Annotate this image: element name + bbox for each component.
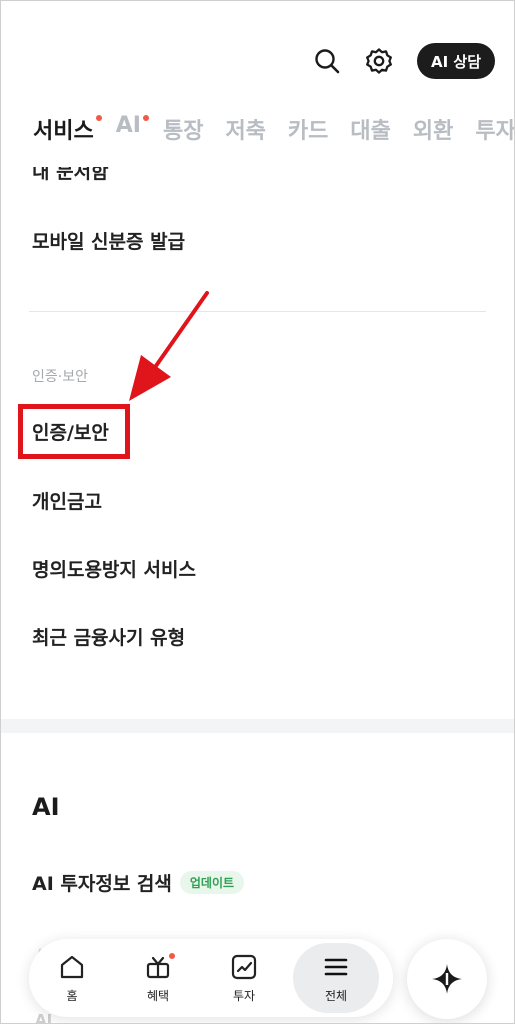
nav-home[interactable]: 홈 xyxy=(29,943,115,1013)
top-bar: AI 상담 xyxy=(1,39,514,83)
home-icon xyxy=(60,955,84,978)
new-dot xyxy=(95,115,102,121)
tab-forex-label: 외환 xyxy=(412,119,454,144)
tab-loan-label: 대출 xyxy=(350,119,391,144)
tab-loan[interactable]: 대출 xyxy=(350,113,390,145)
update-badge: 업데이트 xyxy=(179,871,245,894)
menu-icon xyxy=(324,958,348,975)
sparkle-icon xyxy=(432,964,462,994)
section-label-security: 인증·보안 xyxy=(32,369,88,385)
tab-service-label: 서비스 xyxy=(33,119,94,144)
nav-all[interactable]: 전체 xyxy=(293,943,379,1013)
new-dot xyxy=(169,953,175,959)
search-button[interactable] xyxy=(307,41,347,81)
tab-card-label: 카드 xyxy=(287,119,329,144)
nav-benefits[interactable]: 혜택 xyxy=(115,943,201,1013)
gear-icon xyxy=(366,48,392,74)
list-item-documents[interactable]: 내 문서함 xyxy=(32,167,109,184)
service-list: 내 문서함 모바일 신분증 발급 인증·보안 인증/보안 개인금고 명의도용방지… xyxy=(1,151,514,1023)
search-icon xyxy=(315,49,340,74)
tab-invest-label: 투자 xyxy=(475,119,515,144)
list-item-identity-theft[interactable]: 명의도용방지 서비스 xyxy=(32,555,196,582)
section-divider xyxy=(29,311,486,312)
tab-ai[interactable]: AI xyxy=(115,113,149,145)
list-item-mobile-id[interactable]: 모바일 신분증 발급 xyxy=(32,227,185,254)
tab-savings[interactable]: 저축 xyxy=(225,113,265,145)
tab-card[interactable]: 카드 xyxy=(288,113,328,145)
bottom-nav: 홈 혜택 투자 전체 xyxy=(29,939,393,1017)
settings-button[interactable] xyxy=(359,41,399,81)
tab-forex[interactable]: 외환 xyxy=(413,113,453,145)
section-gap xyxy=(1,719,514,733)
nav-invest-label: 투자 xyxy=(232,988,256,1003)
list-item-ai-invest-search[interactable]: AI 투자정보 검색 업데이트 xyxy=(32,869,245,896)
ai-invest-search-label: AI 투자정보 검색 xyxy=(32,873,172,895)
list-item-fraud-types[interactable]: 최근 금융사기 유형 xyxy=(32,623,185,650)
tab-account[interactable]: 통장 xyxy=(163,113,203,145)
new-dot xyxy=(142,115,149,121)
nav-home-label: 홈 xyxy=(66,988,78,1003)
nav-all-label: 전체 xyxy=(324,988,348,1003)
category-tabs: 서비스 AI 통장 저축 카드 대출 외환 투자 xyxy=(33,113,515,145)
list-item-personal-vault[interactable]: 개인금고 xyxy=(32,487,102,514)
ai-consult-button[interactable]: AI 상담 xyxy=(417,43,495,79)
chart-icon xyxy=(231,954,257,979)
ai-fab-button[interactable] xyxy=(407,939,487,1019)
gift-icon xyxy=(146,956,170,978)
tab-savings-label: 저축 xyxy=(225,119,266,144)
highlight-box xyxy=(18,404,130,459)
nav-invest[interactable]: 투자 xyxy=(201,943,287,1013)
tab-invest[interactable]: 투자 xyxy=(475,113,515,145)
tab-service[interactable]: 서비스 xyxy=(33,113,102,145)
tab-account-label: 통장 xyxy=(162,119,204,144)
app-screen: AI 상담 서비스 AI 통장 저축 카드 대출 외환 투자 내 문서함 모바일… xyxy=(0,0,515,1024)
pointer-arrow xyxy=(129,291,209,401)
ai-consult-label: AI 상담 xyxy=(430,52,481,71)
section-title-ai: AI xyxy=(32,793,60,821)
tab-ai-label: AI xyxy=(115,113,141,138)
nav-benefits-label: 혜택 xyxy=(146,988,170,1003)
